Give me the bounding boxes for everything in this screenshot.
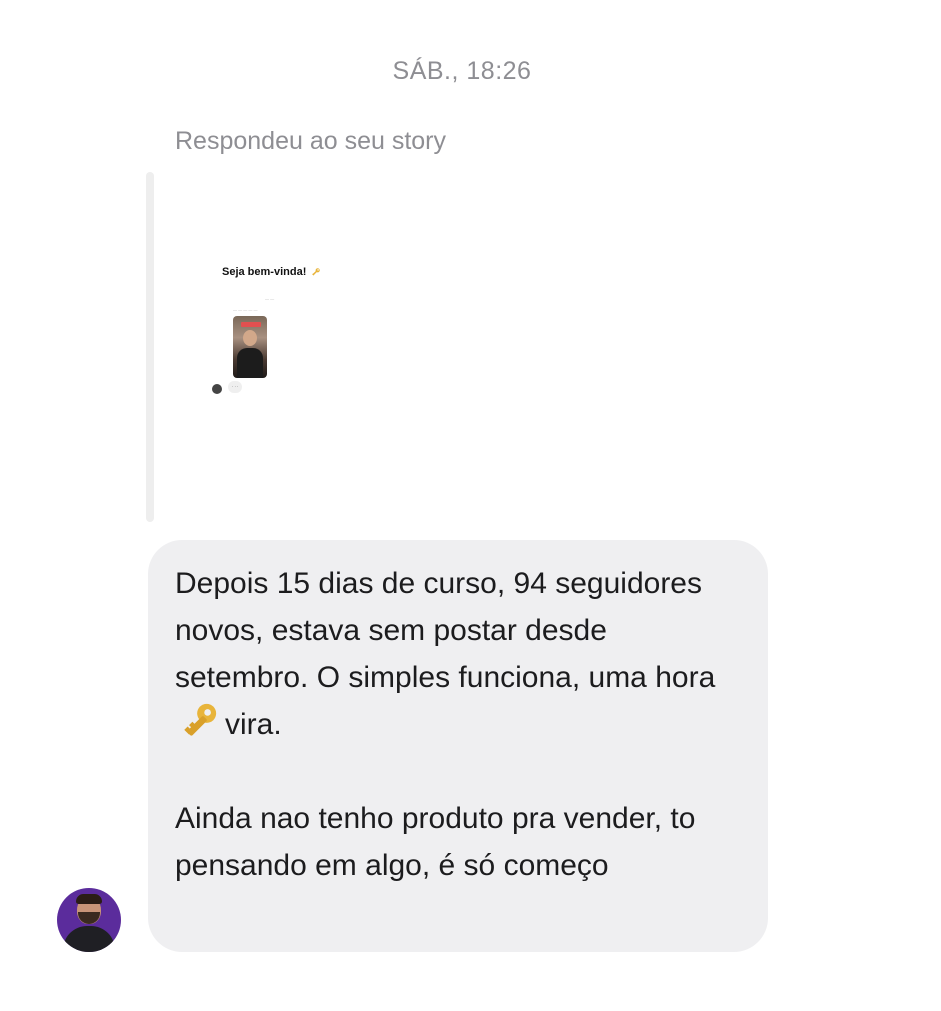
conversation-timestamp: SÁB., 18:26: [392, 57, 532, 85]
story-caption: — — — — —: [233, 307, 258, 312]
story-reply-label: Respondeu ao seu story: [175, 127, 447, 155]
avatar-body: [63, 926, 115, 952]
key-icon: [184, 703, 217, 736]
message-paragraph-2: Ainda nao tenho produto pra vender, to p…: [175, 802, 696, 882]
key-icon: [312, 268, 321, 276]
message-bubble[interactable]: Depois 15 dias de curso, 94 seguidores n…: [148, 540, 768, 952]
message-paragraph-1: Depois 15 dias de curso, 94 seguidores n…: [175, 560, 748, 748]
story-avatar: [212, 384, 222, 394]
message-paragraph-gap: [175, 748, 748, 795]
story-title: Seja bem-vinda!: [222, 266, 307, 278]
story-thumbnail[interactable]: Seja bem-vinda! — — — — — — — · · ·: [175, 172, 380, 522]
story-photo: [233, 316, 267, 378]
avatar-hair: [76, 894, 102, 904]
story-date: — —: [265, 296, 275, 301]
sender-avatar[interactable]: [57, 888, 121, 952]
message-paragraph-1-text: Depois 15 dias de curso, 94 seguidores n…: [175, 567, 716, 694]
story-reply-pill: · · ·: [228, 381, 243, 393]
message-paragraph-1-end: vira.: [225, 708, 282, 741]
story-reply-bar: [146, 172, 154, 522]
story-title-row: Seja bem-vinda!: [222, 266, 321, 278]
